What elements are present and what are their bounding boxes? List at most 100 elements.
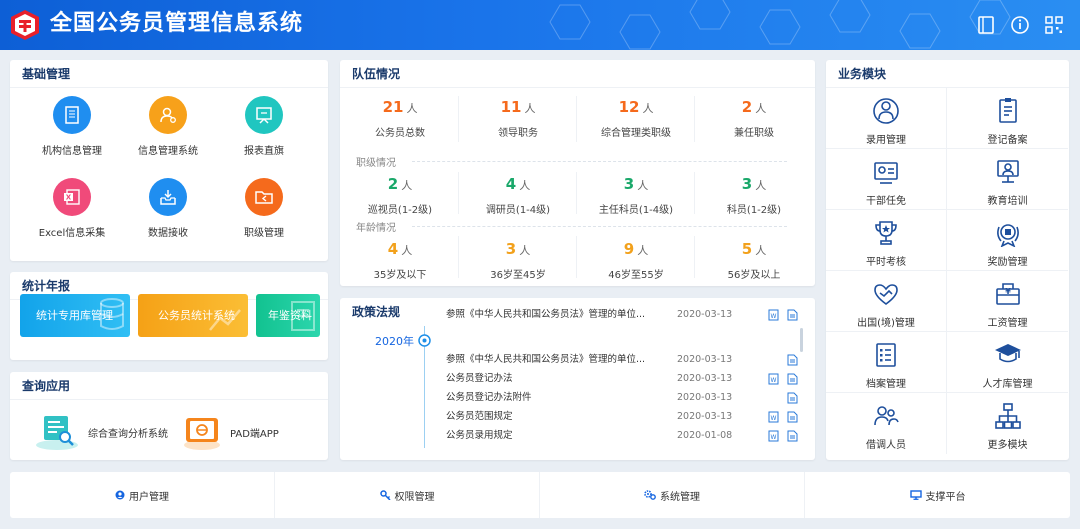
pdf-doc-icon[interactable] xyxy=(787,430,798,442)
biz-talent[interactable]: 人才库管理 xyxy=(947,332,1068,393)
stat-total[interactable]: 21 人 公务员总数 xyxy=(340,98,460,139)
policy-row[interactable]: 公务员范围规定 2020-03-13 W xyxy=(446,408,808,426)
biz-reward[interactable]: 奖励管理 xyxy=(947,210,1068,271)
policy-panel: 政策法规 2020年 参照《中华人民共和国公务员法》管理的单位... 2020-… xyxy=(340,298,815,460)
stat-age-46-55[interactable]: 9人 46岁至55岁 xyxy=(576,240,696,281)
svg-text:X: X xyxy=(66,194,72,202)
stat-principal-clerk[interactable]: 3人 主任科员(1-4级) xyxy=(576,175,696,216)
stat-age-36-45[interactable]: 3人 36岁至45岁 xyxy=(458,240,578,281)
biz-abroad[interactable]: 出国(境)管理 xyxy=(826,271,947,332)
basic-item-data-receive[interactable]: 数据接收 xyxy=(118,178,218,239)
stat-comprehensive[interactable]: 12 人 综合管理类职级 xyxy=(576,98,696,139)
biz-label: 工资管理 xyxy=(987,318,1028,329)
qrcode-icon[interactable] xyxy=(1043,14,1065,36)
stat-clerk[interactable]: 3人 科员(1-2级) xyxy=(694,175,814,216)
basic-item-label: 信息管理系统 xyxy=(138,146,198,157)
org-tree-icon xyxy=(994,403,1021,429)
stat-number: 4 xyxy=(387,240,399,258)
policy-date: 2020-03-13 xyxy=(677,392,733,403)
bottom-nav-label: 系统管理 xyxy=(660,491,700,503)
pad-app-item[interactable]: PAD端APP xyxy=(182,412,279,452)
biz-label: 人才库管理 xyxy=(982,379,1033,390)
policy-row[interactable]: 公务员登记办法附件 2020-03-13 xyxy=(446,389,808,407)
panel-title: 基础管理 xyxy=(10,60,328,88)
stat-number: 5 xyxy=(741,240,753,258)
permission-management-button[interactable]: 权限管理 xyxy=(275,472,540,518)
policy-row[interactable]: 公务员录用规定 2020-01-08 W xyxy=(446,427,808,445)
stat-unit: 人 xyxy=(519,244,531,257)
stat-age-56[interactable]: 5人 56岁及以上 xyxy=(694,240,814,281)
svg-text:¥: ¥ xyxy=(1005,287,1011,296)
trophy-icon xyxy=(875,221,897,245)
pdf-doc-icon[interactable] xyxy=(787,309,798,321)
system-management-button[interactable]: 系统管理 xyxy=(540,472,805,518)
biz-hire[interactable]: 录用管理 xyxy=(826,88,947,149)
training-icon xyxy=(996,160,1019,183)
book-icon[interactable] xyxy=(975,14,997,36)
basic-management-panel: 基础管理 机构信息管理 信息管理系统 报表直旗 X Excel信息采集 数据接收… xyxy=(10,60,328,261)
monitor-icon xyxy=(909,490,922,500)
pdf-doc-icon[interactable] xyxy=(787,411,798,423)
query-analysis-item[interactable]: 综合查询分析系统 xyxy=(34,412,168,452)
basic-item-org-info[interactable]: 机构信息管理 xyxy=(22,96,122,157)
people-hire-icon xyxy=(873,98,899,124)
panel-title: 业务模块 xyxy=(826,60,1069,88)
support-platform-button[interactable]: 支撑平台 xyxy=(805,472,1070,518)
biz-assessment[interactable]: 平时考核 xyxy=(826,210,947,271)
basic-item-rank[interactable]: 职级管理 xyxy=(214,178,314,239)
svg-text:W: W xyxy=(771,377,777,384)
stat-label: 46岁至55岁 xyxy=(608,270,664,281)
stat-db-button[interactable]: 统计专用库管理 xyxy=(20,294,130,337)
user-gear-icon xyxy=(149,96,187,134)
stat-label: 兼任职级 xyxy=(734,128,774,139)
scrollbar-thumb[interactable] xyxy=(800,328,803,352)
biz-register[interactable]: 登记备案 xyxy=(947,88,1068,149)
timeline-dot-icon xyxy=(418,334,431,347)
pdf-doc-icon[interactable] xyxy=(787,392,798,404)
pdf-doc-icon[interactable] xyxy=(787,354,798,366)
stat-unit: 人 xyxy=(406,102,418,115)
stat-inspector[interactable]: 2人 巡视员(1-2级) xyxy=(340,175,460,216)
stat-age-35[interactable]: 4人 35岁及以下 xyxy=(340,240,460,281)
yearbook-button[interactable]: 年鉴资料 xyxy=(256,294,320,337)
biz-label: 登记备案 xyxy=(987,135,1028,146)
stat-researcher[interactable]: 4人 调研员(1-4级) xyxy=(458,175,578,216)
policy-row[interactable]: 参照《中华人民共和国公务员法》管理的单位... 2020-03-13 W xyxy=(446,306,808,324)
word-doc-icon[interactable]: W xyxy=(768,309,779,321)
biz-appoint[interactable]: 干部任免 xyxy=(826,149,947,210)
stat-button-label: 年鉴资料 xyxy=(268,309,312,322)
biz-more[interactable]: 更多模块 xyxy=(947,393,1068,454)
word-doc-icon[interactable]: W xyxy=(768,430,779,442)
stat-unit: 人 xyxy=(524,102,536,115)
biz-secondment[interactable]: 借调人员 xyxy=(826,393,947,454)
biz-salary[interactable]: ¥ 工资管理 xyxy=(947,271,1068,332)
stat-concurrent[interactable]: 2人 兼任职级 xyxy=(694,98,814,139)
word-doc-icon[interactable]: W xyxy=(768,373,779,385)
biz-training[interactable]: 教育培训 xyxy=(947,149,1068,210)
stat-leaders[interactable]: 11 人 领导职务 xyxy=(458,98,578,139)
year-label[interactable]: 2020年 xyxy=(375,333,414,349)
pdf-doc-icon[interactable] xyxy=(787,373,798,385)
transfer-icon xyxy=(874,406,899,426)
policy-row[interactable]: 参照《中华人民共和国公务员法》管理的单位... 2020-03-13 xyxy=(446,351,808,369)
basic-item-excel[interactable]: X Excel信息采集 xyxy=(22,178,122,239)
basic-item-label: 职级管理 xyxy=(244,228,284,239)
stat-unit: 人 xyxy=(642,102,654,115)
stat-unit: 人 xyxy=(519,179,531,192)
biz-archive[interactable]: 档案管理 xyxy=(826,332,947,393)
policy-title: 参照《中华人民共和国公务员法》管理的单位... xyxy=(446,309,646,320)
basic-item-report[interactable]: 报表直旗 xyxy=(214,96,314,157)
user-management-button[interactable]: 用户管理 xyxy=(10,472,275,518)
stat-label: 主任科员(1-4级) xyxy=(598,205,674,216)
stat-system-button[interactable]: 公务员统计系统 xyxy=(138,294,248,337)
stat-number: 4 xyxy=(505,175,517,193)
info-icon[interactable] xyxy=(1009,14,1031,36)
policy-title: 公务员录用规定 xyxy=(446,430,513,441)
basic-item-info-system[interactable]: 信息管理系统 xyxy=(118,96,218,157)
policy-row[interactable]: 公务员登记办法 2020-03-13 W xyxy=(446,370,808,388)
stat-number: 3 xyxy=(623,175,635,193)
svg-text:W: W xyxy=(771,313,777,320)
folder-icon xyxy=(245,178,283,216)
stat-number: 3 xyxy=(505,240,517,258)
word-doc-icon[interactable]: W xyxy=(768,411,779,423)
